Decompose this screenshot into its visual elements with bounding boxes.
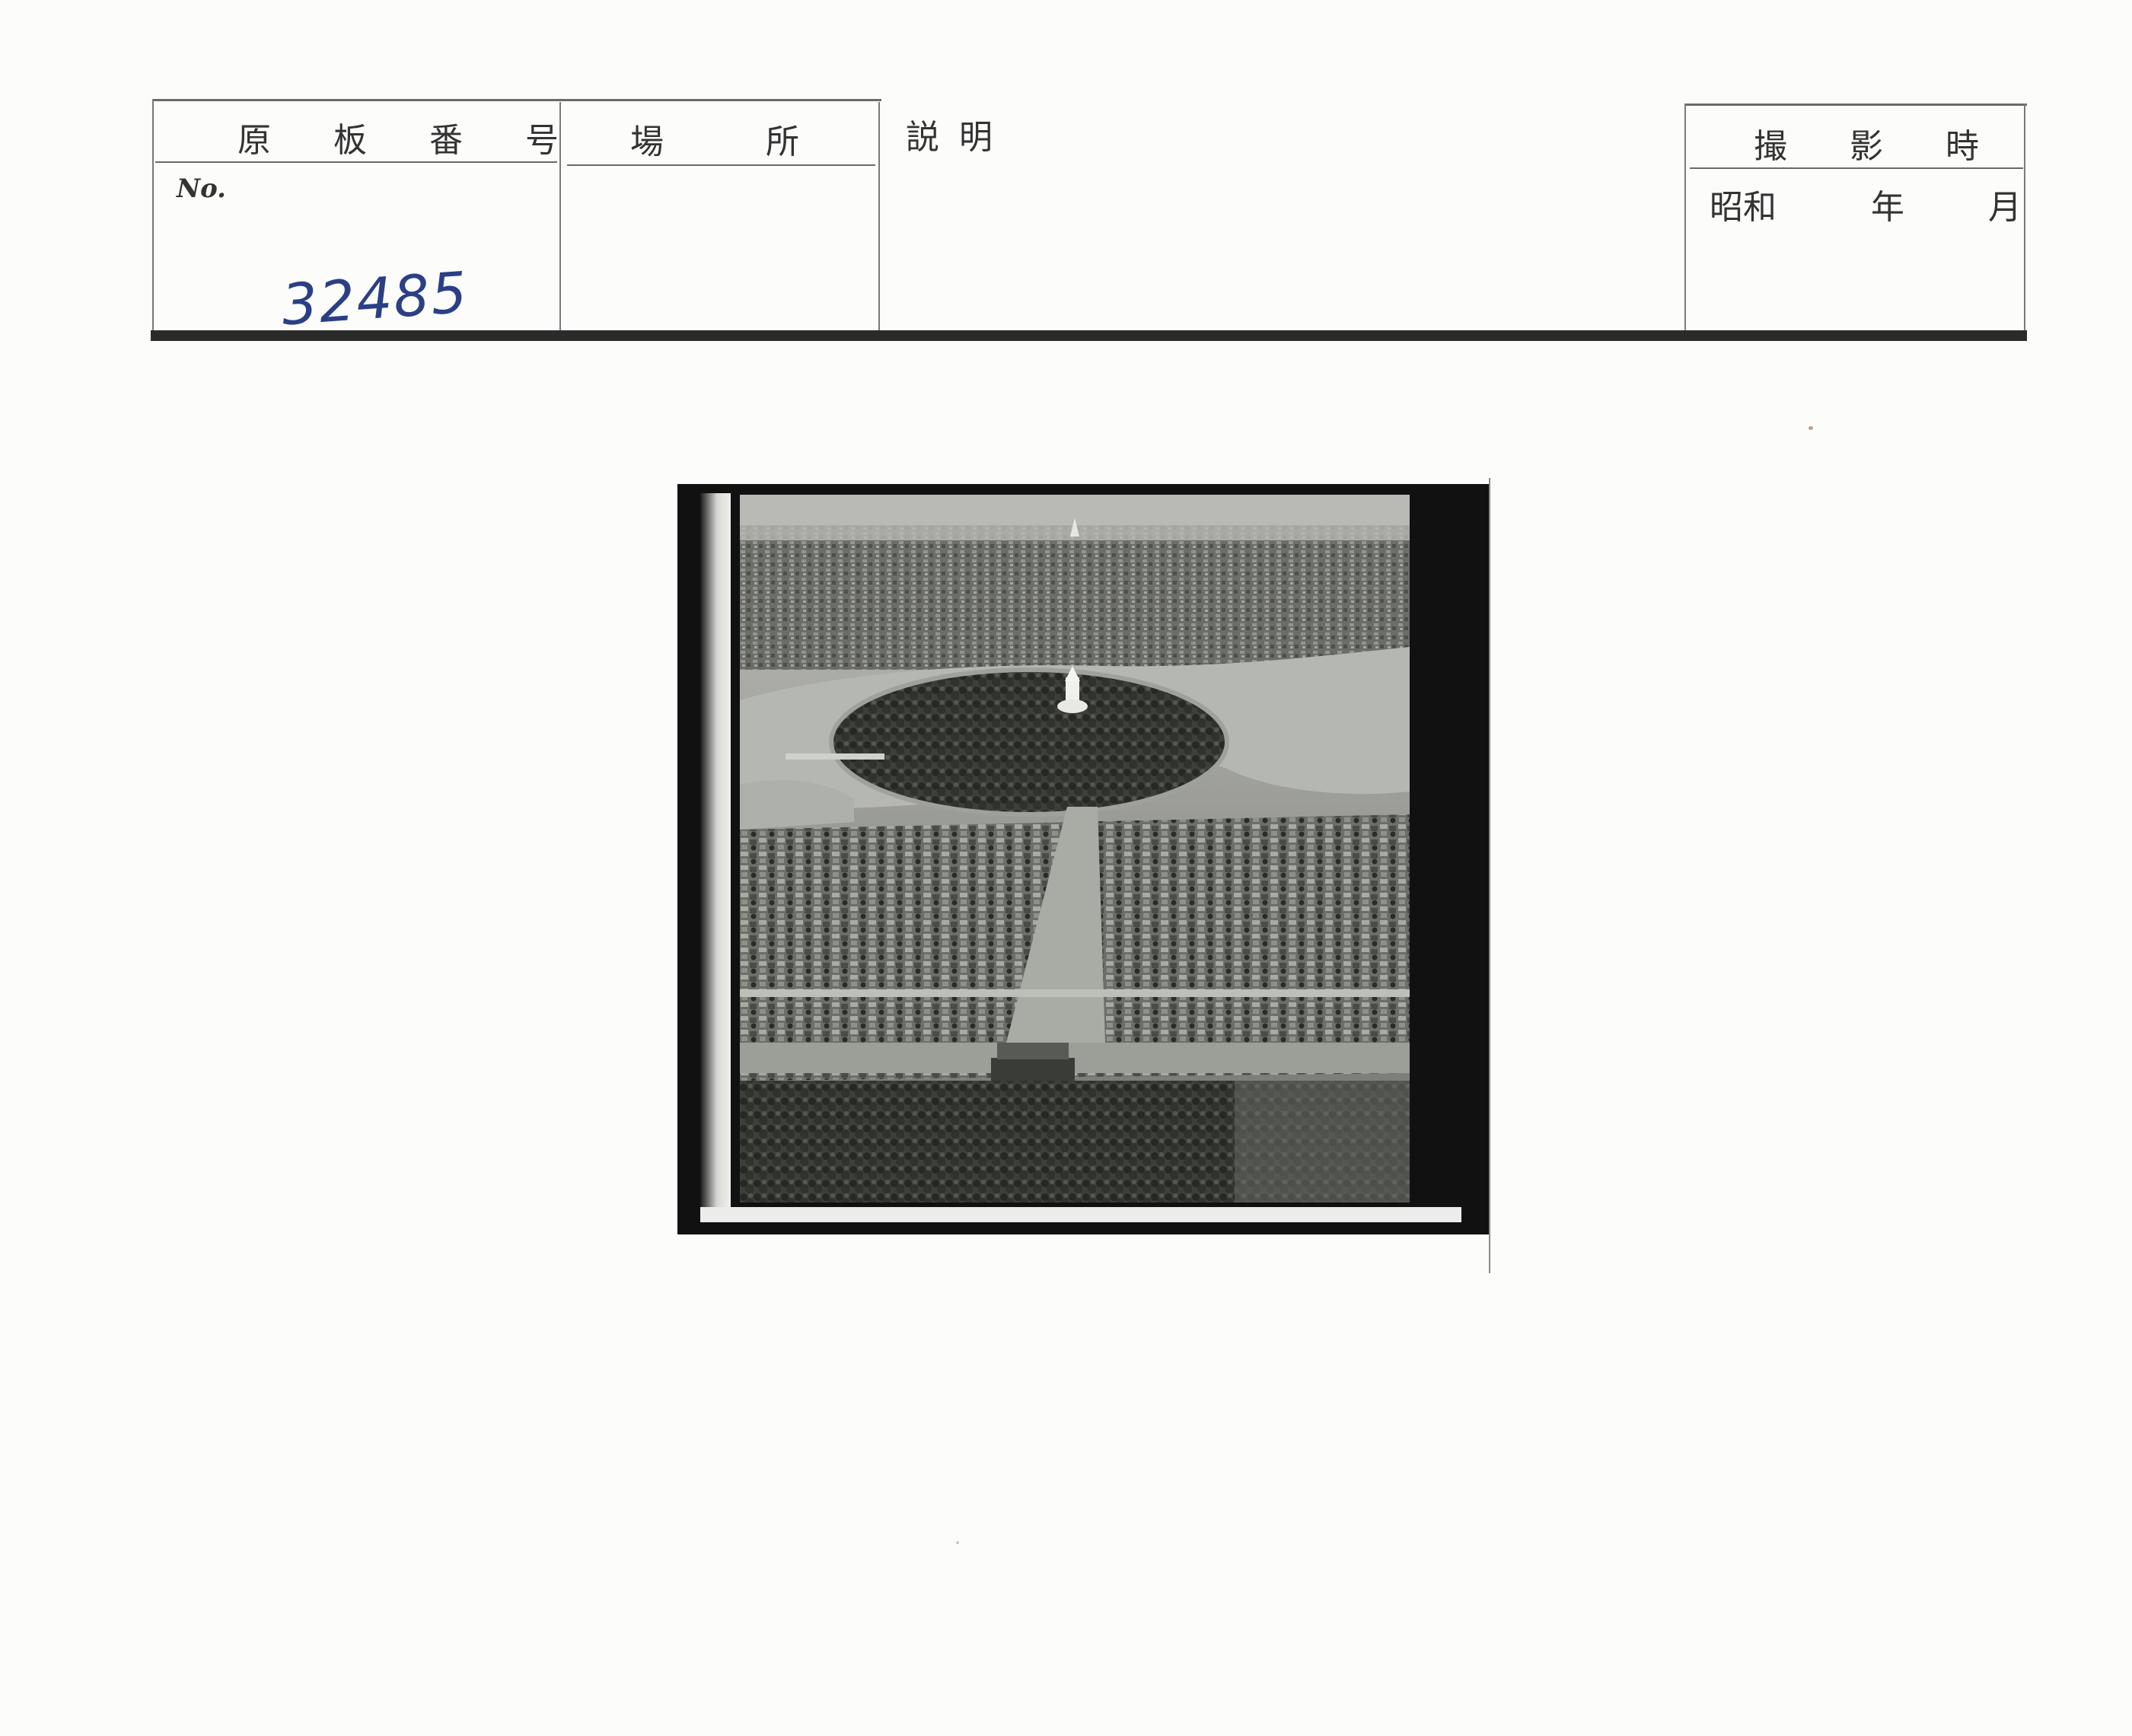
era-label: 昭和 xyxy=(1710,188,1777,227)
date-taken-label: 撮 影 時 xyxy=(1754,127,2005,166)
description-label: 説 明 xyxy=(906,118,997,157)
aerial-photograph xyxy=(740,495,1410,1202)
paper-speck xyxy=(956,1541,959,1544)
plate-header-rule xyxy=(155,161,557,163)
no-label: No. xyxy=(177,174,226,204)
paper-speck xyxy=(1809,426,1813,430)
year-label: 年 xyxy=(1871,188,1904,227)
archive-card: 原 板 番 号 場 所 説 明 撮 影 時 No. 32485 昭和 年 月 xyxy=(0,0,2132,1736)
film-edge-strip xyxy=(700,493,731,1209)
location-description-divider xyxy=(878,102,880,332)
photo-margin-line xyxy=(1489,478,1490,1273)
date-box-right-border xyxy=(2024,104,2025,332)
date-box-left-border xyxy=(1684,104,1686,332)
location-header-rule xyxy=(567,164,875,166)
table-top-rule xyxy=(152,99,881,101)
month-label: 月 xyxy=(1988,188,2022,227)
location-label: 場 所 xyxy=(630,123,799,161)
date-header-rule xyxy=(1690,167,2023,169)
table-left-border xyxy=(152,99,154,332)
header-divider-rule xyxy=(151,330,2027,341)
plate-number-label: 原 板 番 号 xyxy=(237,121,585,160)
date-box-top-rule xyxy=(1684,104,2027,106)
handwritten-plate-number: 32485 xyxy=(279,260,471,339)
film-bottom-strip xyxy=(700,1207,1461,1222)
